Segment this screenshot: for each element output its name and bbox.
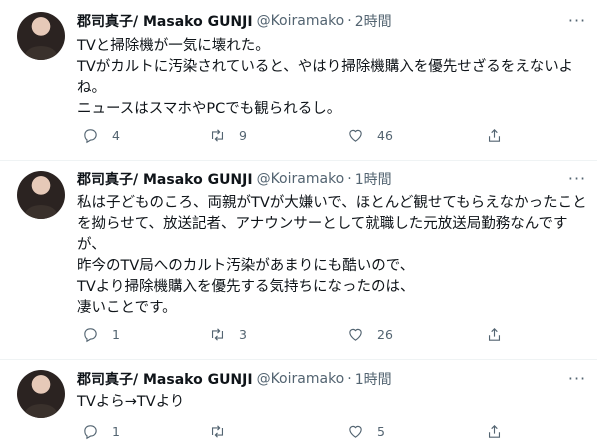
reply-count: 1 [112, 424, 120, 439]
retweet-button[interactable]: 9 [209, 127, 247, 144]
timestamp[interactable]: 1時間 [355, 369, 392, 389]
tweet-actions: 1 5 [77, 423, 517, 443]
reply-icon [84, 328, 97, 343]
like-button[interactable]: 26 [347, 326, 393, 343]
share-icon [488, 425, 501, 438]
timestamp[interactable]: 1時間 [355, 169, 392, 189]
like-count: 5 [377, 424, 385, 439]
tweet[interactable]: 郡司真子/ Masako GUNJI @Koiramako · 1時間 ··· … [0, 360, 597, 448]
heart-icon [349, 328, 362, 341]
retweet-button[interactable]: 3 [209, 326, 247, 343]
reply-button[interactable]: 1 [82, 423, 120, 440]
tweet-text: TVと掃除機が一気に壊れた。 TVがカルトに汚染されていると、やはり掃除機購入を… [77, 38, 573, 117]
tweet-actions: 4 9 46 [77, 127, 517, 147]
author-handle[interactable]: @Koiramako [257, 171, 345, 187]
retweet-count: 3 [239, 327, 247, 342]
more-icon[interactable]: ··· [565, 13, 589, 34]
reply-count: 1 [112, 327, 120, 342]
share-button[interactable] [486, 423, 503, 440]
timestamp[interactable]: 2時間 [355, 11, 392, 31]
share-icon [488, 328, 501, 341]
tweet[interactable]: 郡司真子/ Masako GUNJI @Koiramako · 2時間 ··· … [0, 0, 597, 160]
reply-button[interactable]: 4 [82, 127, 120, 144]
tweet[interactable]: 郡司真子/ Masako GUNJI @Koiramako · 1時間 ··· … [0, 161, 597, 359]
retweet-icon [211, 129, 224, 142]
author-handle[interactable]: @Koiramako [257, 371, 345, 387]
retweet-icon [211, 328, 224, 341]
separator: · [347, 371, 352, 387]
reply-button[interactable]: 1 [82, 326, 120, 343]
share-button[interactable] [486, 326, 503, 343]
share-button[interactable] [486, 127, 503, 144]
author-handle[interactable]: @Koiramako [257, 13, 345, 29]
avatar[interactable] [17, 12, 65, 60]
reply-count: 4 [112, 128, 120, 143]
tweet-header: 郡司真子/ Masako GUNJI @Koiramako · 1時間 [77, 369, 392, 389]
tweet-header: 郡司真子/ Masako GUNJI @Koiramako · 2時間 [77, 11, 392, 31]
separator: · [347, 13, 352, 29]
retweet-button[interactable] [209, 423, 239, 440]
reply-icon [84, 425, 97, 440]
like-button[interactable]: 46 [347, 127, 393, 144]
avatar[interactable] [17, 370, 65, 418]
tweet-text: TVよら→TVより [77, 394, 185, 410]
separator: · [347, 171, 352, 187]
like-count: 26 [377, 327, 393, 342]
heart-icon [349, 129, 362, 142]
reply-icon [84, 129, 97, 144]
retweet-count: 9 [239, 128, 247, 143]
tweet-header: 郡司真子/ Masako GUNJI @Koiramako · 1時間 [77, 169, 392, 189]
tweet-text: 私は子どものころ、両親がTVが大嫌いで、ほとんど観せてもらえなかったことを拗らせ… [77, 195, 587, 316]
more-icon[interactable]: ··· [565, 171, 589, 192]
more-icon[interactable]: ··· [565, 371, 589, 392]
tweet-actions: 1 3 26 [77, 326, 517, 346]
author-name[interactable]: 郡司真子/ Masako GUNJI [77, 11, 253, 31]
author-name[interactable]: 郡司真子/ Masako GUNJI [77, 369, 253, 389]
author-name[interactable]: 郡司真子/ Masako GUNJI [77, 169, 253, 189]
like-button[interactable]: 5 [347, 423, 385, 440]
avatar[interactable] [17, 171, 65, 219]
share-icon [488, 129, 501, 142]
retweet-icon [211, 425, 224, 438]
heart-icon [349, 425, 362, 438]
like-count: 46 [377, 128, 393, 143]
